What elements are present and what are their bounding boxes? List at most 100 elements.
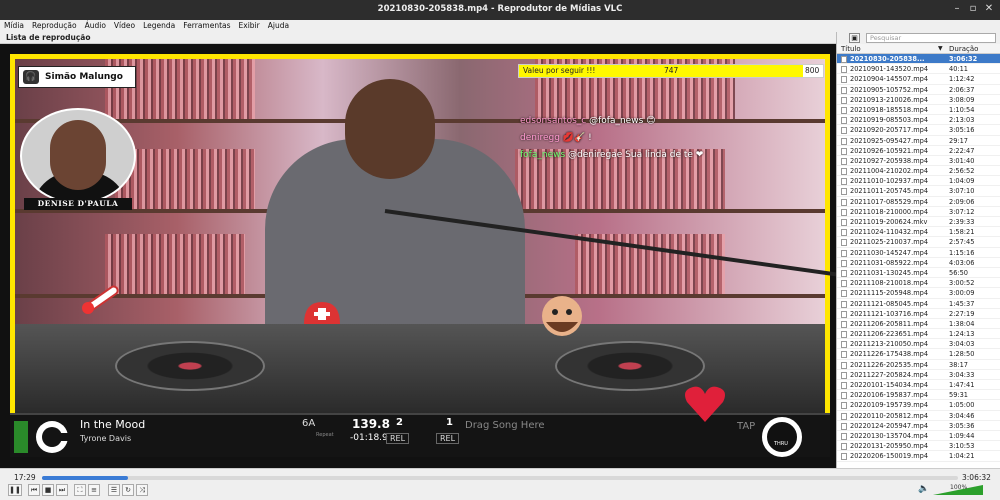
playlist-row[interactable]: 20220124-205947.mp4 3:05:36 bbox=[837, 421, 1000, 431]
minimize-icon[interactable]: – bbox=[950, 3, 964, 14]
playlist-row[interactable]: 20211004-210202.mp4 2:56:52 bbox=[837, 166, 1000, 177]
repeat-label: Repeat bbox=[316, 432, 334, 438]
playlist-item-title: 20211024-110432.mp4 bbox=[850, 228, 929, 237]
volume-icon[interactable]: 🔈 bbox=[918, 484, 929, 494]
playlist-row[interactable]: 20210918-185518.mp4 1:10:54 bbox=[837, 105, 1000, 116]
playlist-item-title: 20211031-130245.mp4 bbox=[850, 268, 929, 277]
elapsed-time: 17:29 bbox=[14, 473, 36, 482]
menu-bar: Mídia Reprodução Áudio Vídeo Legenda Ferramen… bbox=[0, 20, 1000, 32]
drag-song-hint[interactable]: Drag Song Here bbox=[465, 420, 545, 431]
column-duration[interactable]: Duração bbox=[949, 44, 978, 54]
dj-head bbox=[345, 79, 435, 179]
playlist-item-duration: 3:10:53 bbox=[949, 442, 975, 451]
playlist-row[interactable]: 20211030-145247.mp4 1:15:16 bbox=[837, 248, 1000, 258]
playlist-row[interactable]: 20210913-210026.mp4 3:08:09 bbox=[837, 95, 1000, 105]
playlist-row[interactable]: 20220130-135704.mp4 1:09:44 bbox=[837, 431, 1000, 442]
menu-help[interactable]: Ajuda bbox=[264, 20, 293, 32]
menu-playback[interactable]: Reprodução bbox=[28, 20, 81, 32]
file-icon bbox=[841, 106, 847, 114]
playlist-view-icon[interactable]: ▣ bbox=[849, 33, 860, 43]
sort-arrow-icon[interactable]: ▼ bbox=[938, 44, 943, 54]
window-title: 20210830-205838.mp4 - Reprodutor de Mídi… bbox=[377, 4, 623, 14]
playlist-row[interactable]: 20211121-085045.mp4 1:45:37 bbox=[837, 299, 1000, 309]
tap-button[interactable]: TAP bbox=[737, 421, 755, 432]
menu-media[interactable]: Mídia bbox=[0, 20, 28, 32]
playlist-item-duration: 1:12:42 bbox=[949, 75, 975, 84]
pause-button[interactable]: ❚❚ bbox=[8, 484, 22, 496]
playlist-item-duration: 3:05:16 bbox=[949, 126, 975, 135]
playlist-row[interactable]: 20211121-103716.mp4 2:27:19 bbox=[837, 309, 1000, 319]
playlist-row[interactable]: 20211226-202535.mp4 38:17 bbox=[837, 360, 1000, 370]
title-bar: 20210830-205838.mp4 - Reprodutor de Mídi… bbox=[0, 0, 1000, 20]
menu-subtitle[interactable]: Legenda bbox=[139, 20, 179, 32]
playlist-row[interactable]: 20210905-105752.mp4 2:06:37 bbox=[837, 85, 1000, 95]
playlist-item-duration: 1:04:09 bbox=[949, 177, 975, 186]
playlist-row[interactable]: 20220110-205812.mp4 3:04:46 bbox=[837, 411, 1000, 421]
playlist-row[interactable]: 20211108-210018.mp4 3:00:52 bbox=[837, 278, 1000, 289]
playlist-item-title: 20211226-202535.mp4 bbox=[850, 360, 929, 369]
maximize-icon[interactable]: ▫ bbox=[966, 3, 980, 14]
playlist-row[interactable]: 20211019-200624.mkv 2:39:33 bbox=[837, 217, 1000, 228]
fullscreen-button[interactable]: ⛶ bbox=[74, 484, 86, 496]
song-key: 6A bbox=[302, 418, 316, 429]
thru-button[interactable]: THRU bbox=[762, 417, 802, 457]
previous-button[interactable]: ⏮ bbox=[28, 484, 40, 496]
playlist-row[interactable]: 20211227-205824.mp4 3:04:33 bbox=[837, 370, 1000, 380]
file-icon bbox=[841, 86, 847, 94]
extended-settings-button[interactable]: ≡ bbox=[88, 484, 100, 496]
playlist-row[interactable]: 20211024-110432.mp4 1:58:21 bbox=[837, 227, 1000, 238]
chat-message: fofa_news @deniregae Sua linda de te ❤ bbox=[520, 150, 703, 160]
playlist-row[interactable]: 20211226-175438.mp4 1:28:50 bbox=[837, 349, 1000, 360]
playlist-row[interactable]: 20220206-150019.mp4 1:04:21 bbox=[837, 451, 1000, 462]
beat-count-b: 1 bbox=[446, 417, 453, 428]
menu-video[interactable]: Vídeo bbox=[110, 20, 139, 32]
playlist-row[interactable]: 20210925-095427.mp4 29:17 bbox=[837, 136, 1000, 146]
shuffle-button[interactable]: ⤨ bbox=[136, 484, 148, 496]
playlist-row[interactable]: 20210904-145507.mp4 1:12:42 bbox=[837, 74, 1000, 85]
playlist-row[interactable]: 20211206-205811.mp4 1:38:04 bbox=[837, 319, 1000, 330]
playlist-row[interactable]: 20211017-085529.mp4 2:09:06 bbox=[837, 197, 1000, 207]
playlist-item-title: 20210904-145507.mp4 bbox=[850, 75, 929, 84]
playlist-item-duration: 38:17 bbox=[949, 360, 969, 369]
playlist-item-title: 20220106-195837.mp4 bbox=[850, 391, 929, 400]
playlist-row[interactable]: 20210920-205717.mp4 3:05:16 bbox=[837, 125, 1000, 136]
file-icon bbox=[841, 320, 847, 328]
playlist-row[interactable]: 20210901-143520.mp4 40:11 bbox=[837, 64, 1000, 75]
playlist-row[interactable]: 20220101-154034.mp4 1:47:41 bbox=[837, 380, 1000, 391]
playlist-row[interactable]: 20210927-205938.mp4 3:01:40 bbox=[837, 156, 1000, 167]
playlist-row[interactable]: 20211206-223651.mp4 1:24:13 bbox=[837, 329, 1000, 340]
playlist-item-title: 20220124-205947.mp4 bbox=[850, 421, 929, 430]
playlist-row[interactable]: 20220109-195739.mp4 1:05:00 bbox=[837, 400, 1000, 411]
playlist-toggle-button[interactable]: ☰ bbox=[108, 484, 120, 496]
playlist-item-duration: 2:13:03 bbox=[949, 116, 975, 125]
loop-button[interactable]: ↻ bbox=[122, 484, 134, 496]
file-icon bbox=[841, 351, 847, 359]
playlist-row[interactable]: 20210830-205838... 3:06:32 bbox=[837, 54, 1000, 65]
playlist-item-duration: 2:22:47 bbox=[949, 146, 975, 155]
playlist-row[interactable]: 20210926-105921.mp4 2:22:47 bbox=[837, 146, 1000, 156]
menu-audio[interactable]: Áudio bbox=[81, 20, 110, 32]
stop-button[interactable]: ■ bbox=[42, 484, 54, 496]
playlist-row[interactable]: 20211025-210037.mp4 2:57:45 bbox=[837, 237, 1000, 248]
close-icon[interactable]: ✕ bbox=[982, 3, 996, 14]
playlist-row[interactable]: 20211213-210050.mp4 3:04:03 bbox=[837, 339, 1000, 350]
playlist-row[interactable]: 20220106-195837.mp4 59:31 bbox=[837, 390, 1000, 401]
playlist-row[interactable]: 20211018-210000.mp4 3:07:12 bbox=[837, 207, 1000, 217]
video-area[interactable]: 🎧 Simão Malungo DENISE D'PAULA Valeu por… bbox=[0, 44, 836, 468]
menu-tools[interactable]: Ferramentas bbox=[179, 20, 234, 32]
playlist-search-input[interactable]: Pesquisar bbox=[866, 33, 996, 43]
seek-bar[interactable] bbox=[42, 476, 958, 480]
playlist-row[interactable]: 20211031-085922.mp4 4:03:06 bbox=[837, 258, 1000, 268]
playlist-row[interactable]: 20210919-085503.mp4 2:13:03 bbox=[837, 115, 1000, 126]
playlist-row[interactable]: 20211115-205948.mp4 3:00:09 bbox=[837, 288, 1000, 299]
playlist-row[interactable]: 20211010-102937.mp4 1:04:09 bbox=[837, 176, 1000, 187]
playlist-row[interactable]: 20211031-130245.mp4 56:50 bbox=[837, 268, 1000, 279]
menu-view[interactable]: Exibir bbox=[235, 20, 264, 32]
rel-button-b[interactable]: REL bbox=[436, 433, 460, 444]
playlist-row[interactable]: 20211011-205745.mp4 3:07:10 bbox=[837, 186, 1000, 197]
column-title[interactable]: Título bbox=[841, 44, 861, 54]
rel-button-a[interactable]: REL bbox=[386, 433, 410, 444]
playlist-item-title: 20210919-085503.mp4 bbox=[850, 116, 929, 125]
next-button[interactable]: ⏭ bbox=[56, 484, 68, 496]
playlist-row[interactable]: 20220131-205950.mp4 3:10:53 bbox=[837, 441, 1000, 452]
